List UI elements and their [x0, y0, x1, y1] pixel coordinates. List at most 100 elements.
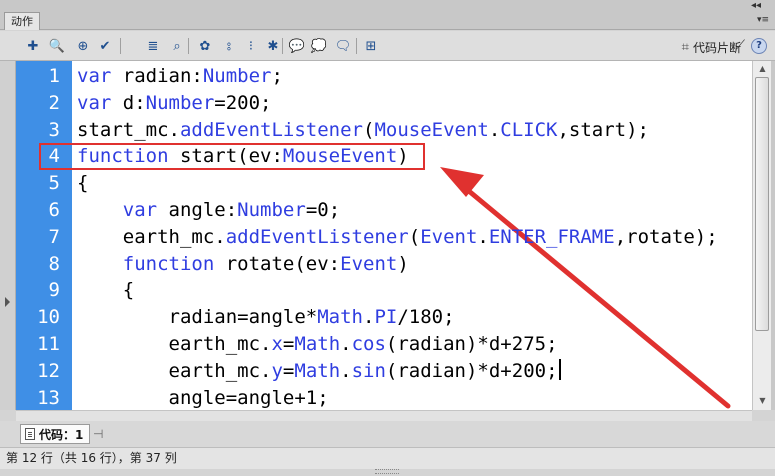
apply-line-comment-icon[interactable]: 💭 [310, 37, 328, 55]
builtin-token: MouseEvent [374, 118, 489, 141]
keyword-token: var [77, 65, 112, 87]
collapse-between-braces-icon[interactable]: ⦂ [220, 37, 238, 55]
code-token: =0; [305, 199, 341, 221]
code-text: var angle:Number=0; [77, 197, 340, 224]
builtin-token: addEventListener [179, 118, 363, 141]
add-statement-icon[interactable]: ✚ [24, 37, 42, 55]
keyword-token: var [77, 91, 112, 114]
panel-menu-icon[interactable]: ▾≡ [757, 14, 769, 26]
code-token: . [340, 333, 352, 355]
left-collapse-strip[interactable] [0, 61, 16, 410]
keyword-token: var [122, 199, 158, 221]
builtin-token: Number [202, 65, 272, 87]
code-line[interactable]: 13 angle=angle+1; [16, 385, 752, 410]
code-token: start(ev: [168, 145, 283, 168]
expand-left-arrow-icon[interactable] [5, 297, 10, 307]
line-number: 8 [48, 252, 60, 275]
code-line[interactable]: 2 var d:Number=200; [16, 90, 752, 117]
line-number: 11 [37, 333, 60, 355]
code-token: ( [408, 225, 421, 248]
remove-comment-icon[interactable]: 🗨 [334, 37, 352, 55]
panel-tab-actions[interactable]: 动作 [4, 12, 40, 30]
scroll-up-icon[interactable]: ▲ [755, 62, 770, 76]
toolbar-separator [356, 38, 357, 54]
actions-toolbar: ⌗ 代码片断 ⟋ ? ✚ 🔍 ⊕ ✔ ≣ ⌕ ✿ ⦂ ⁝ ✱ 💬 💭 🗨 ⊞ [0, 31, 775, 61]
horizontal-scrollbar[interactable] [16, 410, 752, 421]
show-hide-toolbox-icon[interactable]: ⊞ [362, 37, 380, 55]
check-syntax-icon[interactable]: ✔ [96, 37, 114, 55]
code-line[interactable]: 6 var angle:Number=0; [16, 197, 752, 224]
code-line[interactable]: 5{ [16, 170, 752, 197]
code-hint-icon[interactable]: ⌕ [168, 37, 186, 55]
code-line[interactable]: 3 start_mc.addEventListener(MouseEvent.CL… [16, 117, 752, 144]
builtin-token: Number [237, 199, 306, 221]
code-token: radian=angle* [77, 306, 318, 329]
pin-script-icon[interactable]: ⊣ [93, 427, 103, 441]
code-token: . [477, 225, 489, 248]
code-line[interactable]: 1 var radian:Number; [16, 63, 752, 90]
builtin-token: Math [294, 359, 341, 382]
code-text: radian=angle*Math.PI/180; [77, 304, 455, 331]
code-text: { [77, 277, 134, 304]
collapse-selection-icon[interactable]: ⁝ [242, 37, 260, 55]
toolbar-separator [282, 38, 283, 54]
code-snippets-icon: ⌗ [681, 39, 689, 55]
code-text: earth_mc.addEventListener(Event.ENTER_FR… [77, 224, 718, 251]
code-line[interactable]: 12 earth_mc.y=Math.sin(radian)*d+200; [16, 358, 752, 385]
collapse-panel-icon[interactable]: ◂◂ [751, 0, 761, 12]
target-path-icon[interactable]: ⊕ [74, 37, 92, 55]
code-text: function start(ev:MouseEvent) [77, 143, 409, 170]
apply-block-comment-icon[interactable]: 💬 [288, 37, 306, 55]
code-token: earth_mc. [77, 333, 272, 355]
code-token: ) [397, 252, 409, 275]
code-line[interactable]: 7 earth_mc.addEventListener(Event.ENTER_… [16, 224, 752, 251]
resize-grip-icon[interactable] [375, 469, 399, 474]
builtin-token: PI [374, 306, 398, 329]
find-icon[interactable]: 🔍 [48, 37, 66, 55]
text-caret [558, 358, 561, 380]
code-line[interactable]: 10 radian=angle*Math.PI/180; [16, 304, 752, 331]
tab-code-label: 代码：1 [39, 427, 84, 442]
vertical-scrollbar[interactable]: ▲ ▼ [752, 61, 771, 410]
script-file-icon [25, 428, 35, 440]
code-token: start_mc. [77, 118, 180, 141]
keyword-token: function [122, 252, 215, 275]
panel-title-bar: 动作 ◂◂ ▾≡ [0, 0, 775, 30]
line-number: 1 [48, 65, 60, 87]
code-token: . [340, 359, 352, 382]
code-token: ,start); [557, 118, 649, 141]
builtin-token: addEventListener [225, 225, 409, 248]
scroll-down-icon[interactable]: ▼ [755, 394, 770, 408]
code-token: d: [111, 91, 146, 114]
code-token: . [362, 306, 375, 329]
line-number: 6 [48, 199, 60, 221]
code-text: { [77, 170, 88, 197]
line-number: 7 [48, 225, 60, 248]
code-line[interactable]: 9 { [16, 277, 752, 304]
code-text: earth_mc.x=Math.cos(radian)*d+275; [77, 331, 558, 358]
expand-all-icon[interactable]: ✱ [264, 37, 282, 55]
debug-options-icon[interactable]: ✿ [196, 37, 214, 55]
auto-format-icon[interactable]: ≣ [144, 37, 162, 55]
keyword-token: function [77, 145, 169, 168]
code-text: var radian:Number; [77, 63, 283, 90]
line-number: 9 [48, 279, 60, 302]
scrollbar-thumb[interactable] [755, 77, 769, 331]
builtin-token: y [271, 359, 283, 382]
code-line[interactable]: 8 function rotate(ev:Event) [16, 251, 752, 278]
code-line[interactable]: 11 earth_mc.x=Math.cos(radian)*d+275; [16, 331, 752, 358]
code-line[interactable]: 4 function start(ev:MouseEvent) [16, 143, 752, 170]
code-token: ; [271, 65, 283, 87]
code-token: radian: [111, 65, 203, 87]
tab-code-1[interactable]: 代码：1 [20, 424, 91, 444]
code-token: =200; [214, 91, 272, 114]
code-token: = [282, 333, 295, 355]
builtin-token: Number [145, 91, 215, 114]
magic-wand-icon[interactable]: ⟋ [735, 38, 745, 54]
code-token: earth_mc. [77, 359, 272, 382]
code-snippets-button[interactable]: ⌗ 代码片断 [682, 38, 741, 56]
code-editor[interactable]: 1 var radian:Number; 2 var d:Number=200; 3st… [16, 61, 752, 410]
help-icon[interactable]: ? [751, 38, 767, 54]
toolbar-separator [120, 38, 121, 54]
